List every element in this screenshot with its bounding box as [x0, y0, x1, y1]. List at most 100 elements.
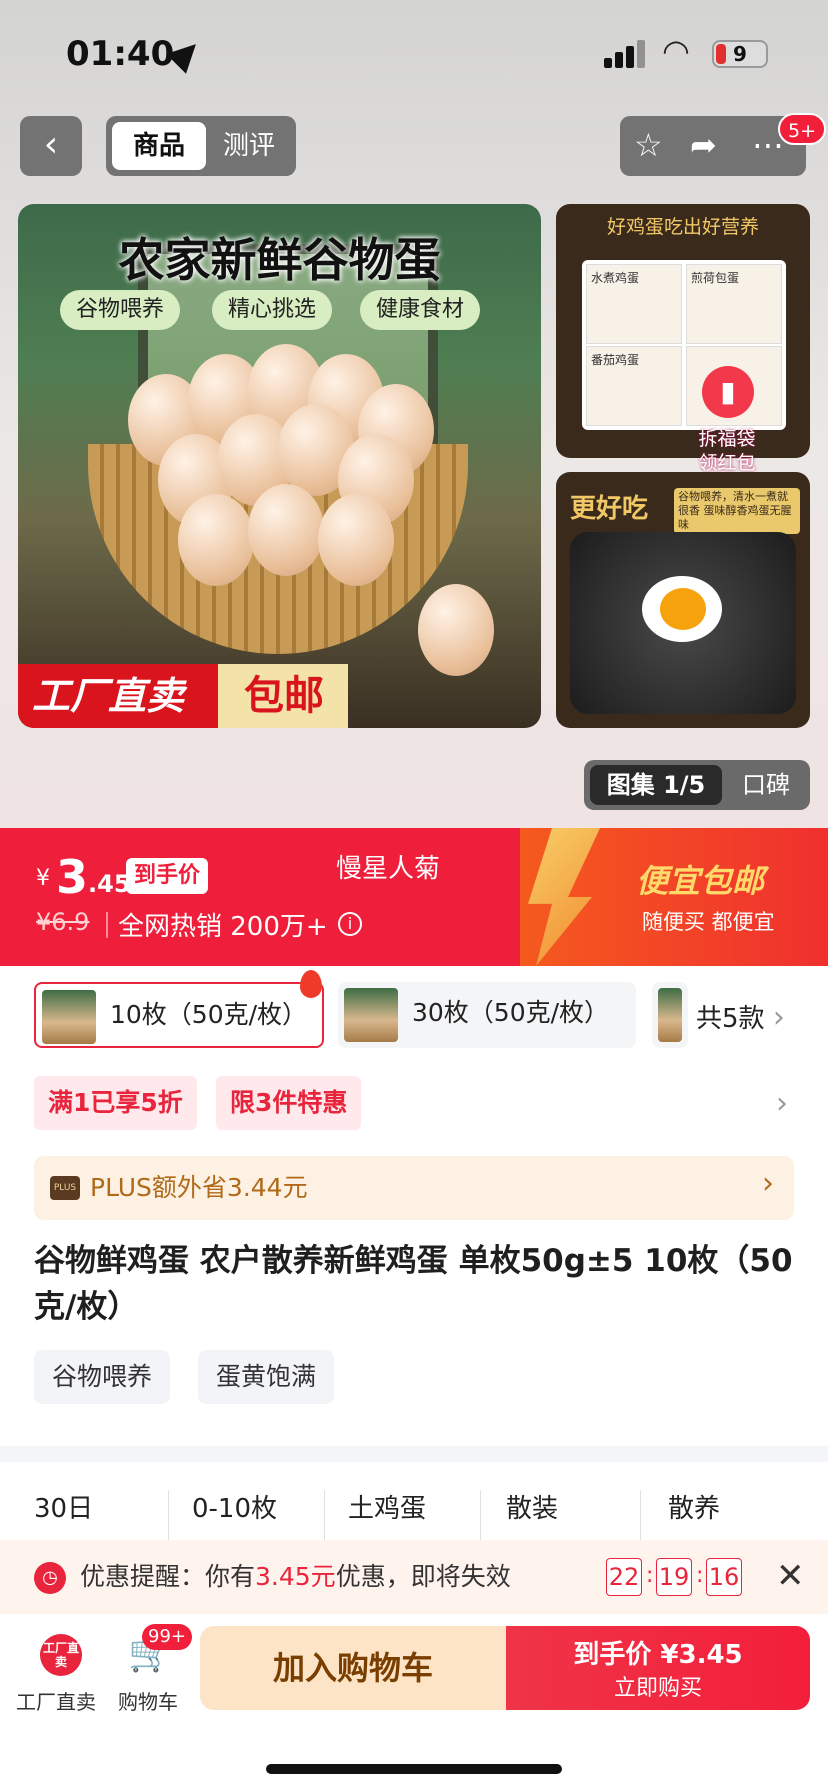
add-to-cart-button[interactable]: 加入购物车: [200, 1626, 506, 1710]
gallery-switcher: 图集 1/5 口碑: [584, 760, 810, 810]
factory-direct-icon[interactable]: 工厂直卖: [40, 1634, 82, 1676]
close-icon[interactable]: ✕: [776, 1556, 805, 1596]
divider: [106, 912, 108, 938]
section-divider: [0, 1446, 828, 1462]
hero-banner: 工厂直卖 包邮: [18, 664, 348, 728]
buy-price-label: 到手价 ¥3.45: [573, 1640, 743, 1670]
variant-option[interactable]: 30枚（50克/枚）: [338, 982, 636, 1048]
thumbnail-title: 好鸡蛋吃出好营养: [606, 216, 759, 238]
variant-option[interactable]: [652, 982, 688, 1048]
recipe-cell: 水煮鸡蛋: [586, 264, 682, 344]
red-packet-icon: ▮: [702, 366, 754, 418]
promo-subtitle: 随便买 都便宜: [642, 910, 775, 934]
countdown-hours: 22: [606, 1558, 642, 1596]
banner-free-shipping: 包邮: [218, 664, 348, 728]
hero-title: 农家新鲜谷物蛋: [118, 233, 441, 287]
egg-illustration: [318, 494, 394, 586]
countdown-seconds: 16: [706, 1558, 742, 1596]
currency-symbol: ¥: [36, 866, 50, 891]
home-indicator[interactable]: [266, 1764, 562, 1774]
seller-name: 慢星人菊: [336, 854, 441, 884]
reminder-prefix: 优惠提醒：你有: [80, 1562, 256, 1591]
buy-now-label: 立即购买: [613, 1676, 702, 1701]
product-tag: 谷物喂养: [34, 1350, 171, 1404]
fortune-label: 领红包: [698, 452, 756, 474]
reminder-text: 优惠提醒：你有3.45元优惠，即将失效: [80, 1540, 511, 1614]
product-title: 谷物鲜鸡蛋 农户散养新鲜鸡蛋 单枚50g±5 10枚（50克/枚）: [34, 1243, 793, 1325]
countdown-colon: :: [696, 1563, 704, 1588]
gallery-thumbnail[interactable]: 更好吃 谷物喂养，清水一煮就很香 蛋味醇香鸡蛋无腥味: [556, 472, 810, 728]
egg-illustration: [418, 584, 494, 676]
back-button[interactable]: ‹: [20, 116, 82, 176]
spec-value: 散养: [668, 1494, 721, 1524]
share-icon[interactable]: ➦: [690, 124, 717, 166]
chevron-right-icon[interactable]: ›: [776, 1086, 788, 1121]
countdown-minutes: 19: [656, 1558, 692, 1596]
spec-value: 土鸡蛋: [348, 1494, 427, 1524]
egg-illustration: [248, 484, 324, 576]
spec-divider: [640, 1490, 641, 1540]
cart-label[interactable]: 购物车: [118, 1686, 178, 1715]
discount-reminder: ◷ 优惠提醒：你有3.45元优惠，即将失效 22 : 19 : 16 ✕: [0, 1540, 828, 1614]
factory-direct-label[interactable]: 工厂直卖: [16, 1686, 96, 1715]
info-icon[interactable]: i: [338, 912, 362, 936]
spec-divider: [324, 1490, 325, 1540]
tab-product[interactable]: 商品: [112, 122, 206, 170]
all-variants-link[interactable]: 共5款 ›: [696, 998, 785, 1035]
variant-thumbnail: [42, 990, 96, 1044]
favorite-star-icon[interactable]: ☆: [634, 124, 663, 166]
variant-thumbnail: [344, 988, 398, 1042]
tab-reputation[interactable]: 口碑: [726, 765, 806, 805]
price-decimal: .45: [88, 870, 131, 898]
hero-tag: 健康食材: [360, 290, 481, 330]
hero-tag: 精心挑选: [212, 290, 333, 330]
thumbnail-subtitle: 谷物喂养，清水一煮就很香 蛋味醇香鸡蛋无腥味: [674, 488, 800, 534]
variant-label: 30枚（50克/枚）: [412, 998, 610, 1027]
recipe-cell: 煎荷包蛋: [686, 264, 782, 344]
variant-thumbnail: [658, 988, 682, 1042]
final-price-tag: 到手价: [126, 858, 209, 894]
variants-count: 共5款: [696, 1004, 765, 1034]
hero-tags: 谷物喂养 精心挑选 健康食材: [60, 290, 520, 330]
chevron-right-icon: ›: [762, 1166, 774, 1201]
more-badge: 5+: [778, 113, 827, 145]
tab-review[interactable]: 测评: [206, 122, 292, 170]
price-banner: ¥ 3 .45 到手价 慢星人菊 ¥6.9 全网热销 200万+ i 便宜包邮 …: [0, 828, 828, 966]
cellular-signal-icon: [604, 40, 648, 68]
battery-icon: 9: [712, 40, 768, 68]
reminder-amount: 3.45元: [255, 1562, 336, 1591]
original-price: ¥6.9: [36, 908, 90, 936]
view-tabs: 商品 测评: [106, 116, 296, 176]
spec-value: 0-10枚: [192, 1494, 278, 1524]
plus-logo-icon: PLUS: [50, 1176, 80, 1200]
clock-icon: ◷: [34, 1562, 66, 1594]
spec-value: 散装: [506, 1494, 559, 1524]
product-tag: 蛋黄饱满: [198, 1350, 335, 1404]
chevron-left-icon: ‹: [43, 124, 59, 165]
egg-yolk-illustration: [660, 588, 706, 630]
wifi-icon: ◠: [662, 32, 690, 70]
recipe-cell: 番茄鸡蛋: [586, 346, 682, 426]
coupon-badge[interactable]: 限3件特惠: [216, 1076, 362, 1130]
battery-level: 9: [733, 42, 747, 66]
chevron-right-icon: ›: [772, 1000, 785, 1035]
plus-savings-bar[interactable]: PLUS PLUS额外省3.44元 ›: [34, 1156, 794, 1220]
cart-badge: 99+: [142, 1624, 192, 1650]
banner-factory-direct: 工厂直卖: [18, 664, 228, 728]
sales-count: 全网热销 200万+: [118, 912, 328, 942]
coupon-badge[interactable]: 满1已享5折: [34, 1076, 197, 1130]
plus-savings-text: PLUS额外省3.44元: [90, 1173, 308, 1202]
fortune-label: 拆福袋: [698, 428, 756, 450]
variant-label: 10枚（50克/枚）: [110, 1000, 308, 1029]
price-integer: 3: [56, 850, 89, 904]
hero-image[interactable]: 农家新鲜谷物蛋 谷物喂养 精心挑选 健康食材 工厂直卖 包邮: [18, 204, 541, 728]
buy-now-button[interactable]: 到手价 ¥3.45 立即购买: [506, 1626, 810, 1710]
hot-flame-icon: [300, 970, 322, 998]
fortune-bag-button[interactable]: ▮ 拆福袋 领红包: [672, 338, 782, 474]
spec-value: 30日: [34, 1494, 94, 1524]
spec-divider: [168, 1490, 169, 1540]
variant-option[interactable]: 10枚（50克/枚）: [34, 982, 324, 1048]
reminder-suffix: 优惠，即将失效: [335, 1562, 511, 1591]
status-time: 01:40: [66, 34, 175, 74]
tab-gallery[interactable]: 图集 1/5: [590, 765, 722, 805]
